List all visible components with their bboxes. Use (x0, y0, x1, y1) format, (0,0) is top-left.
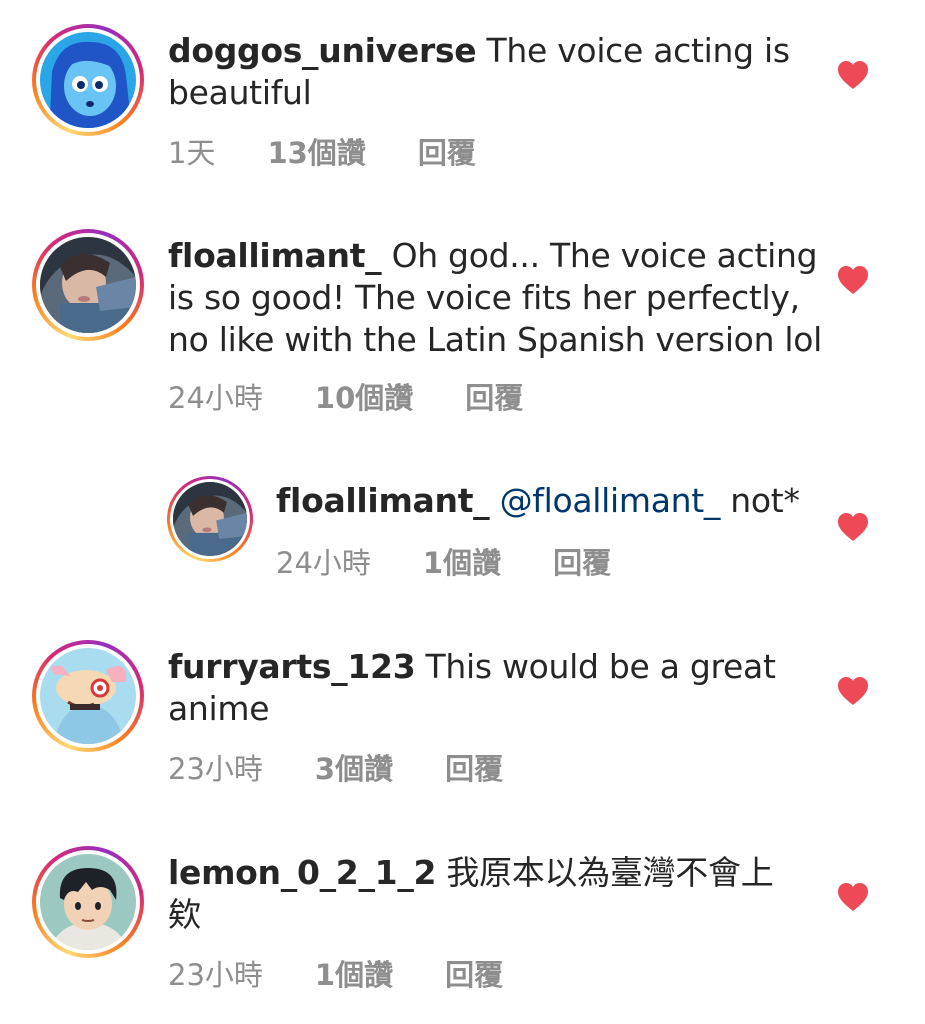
reply-button[interactable]: 回覆 (445, 746, 503, 788)
comment-body-line: anime (168, 689, 270, 728)
comment-item: lemon_0_2_1_2 我原本以為臺灣不會上 欸 23小時 1個讚 回覆 (0, 822, 925, 1022)
comment-username[interactable]: doggos_universe (168, 31, 477, 70)
comment-username[interactable]: floallimant_ (276, 481, 490, 520)
comment-time: 24小時 (276, 546, 371, 580)
avatar[interactable] (32, 229, 144, 341)
comment-username[interactable]: furryarts_123 (168, 647, 416, 686)
comment-username[interactable]: floallimant_ (168, 236, 382, 275)
comment-body: This would be a great (415, 647, 776, 686)
reply-button[interactable]: 回覆 (553, 540, 611, 582)
avatar[interactable] (32, 640, 144, 752)
comment-text: lemon_0_2_1_2 我原本以為臺灣不會上 欸 (168, 852, 848, 936)
selfie-avatar-icon (40, 237, 136, 333)
reply-button[interactable]: 回覆 (445, 952, 503, 994)
heart-icon[interactable] (837, 60, 869, 90)
comment-item: floallimant_ Oh god... The voice acting … (0, 205, 925, 435)
comment-body: Oh god... The voice acting (381, 236, 818, 275)
anime-boy-avatar-icon (40, 854, 136, 950)
comment-text: doggos_universe The voice acting is beau… (168, 30, 848, 114)
comment-likes-count[interactable]: 3個讚 (315, 746, 393, 788)
comment-meta: 23小時 3個讚 回覆 (168, 746, 503, 788)
comment-meta: 23小時 1個讚 回覆 (168, 952, 503, 994)
comment-body-line: is so good! The voice fits her perfectly… (168, 278, 800, 317)
selfie-avatar-icon (173, 482, 247, 556)
comment-item: furryarts_123 This would be a great anim… (0, 616, 925, 816)
comment-item: doggos_universe The voice acting is beau… (0, 0, 925, 200)
comment-body-line: no like with the Latin Spanish version l… (168, 320, 823, 359)
comment-time: 23小時 (168, 752, 263, 786)
comment-likes-count[interactable]: 1個讚 (423, 540, 501, 582)
furry-character-avatar-icon (40, 648, 136, 744)
comment-body-line: 欸 (168, 895, 201, 934)
comment-time: 1天 (168, 136, 216, 170)
heart-icon[interactable] (837, 676, 869, 706)
comment-username[interactable]: lemon_0_2_1_2 (168, 853, 437, 892)
heart-icon[interactable] (837, 512, 869, 542)
avatar[interactable] (32, 24, 144, 136)
comment-likes-count[interactable]: 1個讚 (315, 952, 393, 994)
heart-icon[interactable] (837, 882, 869, 912)
comment-body: not* (720, 481, 800, 520)
comment-body-line: beautiful (168, 73, 312, 112)
comment-time: 24小時 (168, 381, 263, 415)
reply-button[interactable]: 回覆 (465, 375, 523, 417)
comment-text: furryarts_123 This would be a great anim… (168, 646, 848, 730)
comment-body: The voice acting is (476, 31, 790, 70)
comment-meta: 24小時 10個讚 回覆 (168, 375, 523, 417)
comment-likes-count[interactable]: 10個讚 (315, 375, 413, 417)
reply-button[interactable]: 回覆 (418, 130, 476, 172)
comment-meta: 1天 13個讚 回覆 (168, 130, 476, 172)
reply-comment-item: floallimant_ @floallimant_ not* 24小時 1個讚… (0, 470, 925, 610)
comment-text: floallimant_ Oh god... The voice acting … (168, 235, 868, 361)
comment-meta: 24小時 1個讚 回覆 (276, 540, 611, 582)
mention-link[interactable]: @floallimant_ (500, 481, 721, 520)
heart-icon[interactable] (837, 265, 869, 295)
comment-likes-count[interactable]: 13個讚 (267, 130, 365, 172)
avatar[interactable] (32, 846, 144, 958)
lapis-character-avatar-icon (40, 32, 136, 128)
avatar[interactable] (167, 476, 253, 562)
comment-text: floallimant_ @floallimant_ not* (276, 480, 836, 522)
comment-body: 我原本以為臺灣不會上 (436, 853, 774, 892)
comment-time: 23小時 (168, 958, 263, 992)
